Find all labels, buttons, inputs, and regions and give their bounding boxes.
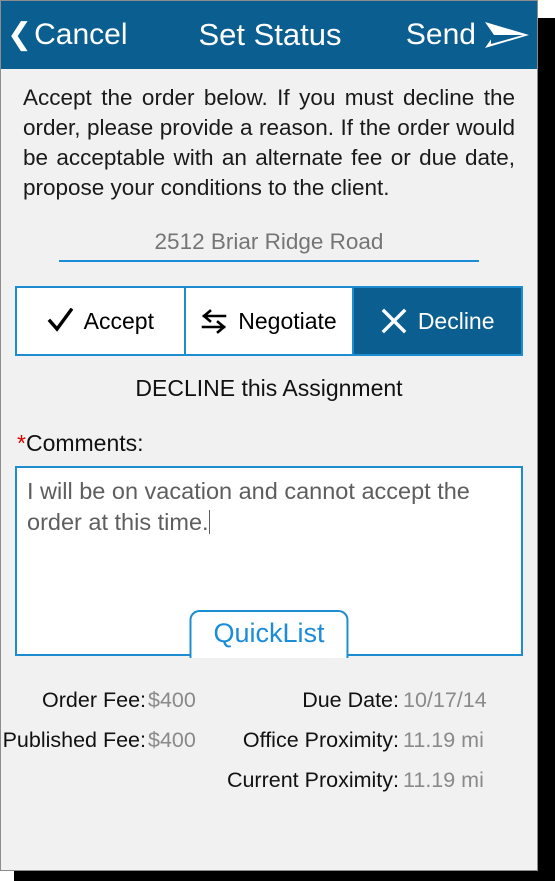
cancel-button-label: Cancel [34,18,128,51]
order-details: Order Fee: $400 Due Date: 10/17/14 Publi… [1,688,537,793]
detail-order-fee-label: Order Fee: [42,688,146,712]
status-option-negotiate[interactable]: Negotiate [183,288,353,354]
details-row: Order Fee: $400 Due Date: 10/17/14 [1,688,525,713]
status-option-decline[interactable]: Decline [352,288,522,354]
detail-published-fee-label: Published Fee: [2,728,146,752]
detail-published-fee: Published Fee: $400 [1,728,233,753]
comments-textarea-value: I will be on vacation and cannot accept … [27,478,470,535]
order-address-field[interactable]: 2512 Briar Ridge Road [59,229,479,262]
cancel-button[interactable]: ❮ Cancel [7,1,128,69]
send-button[interactable]: Send [406,1,529,69]
details-row: Current Proximity: 11.19 mi [1,768,525,793]
check-icon [47,308,73,334]
send-button-label: Send [405,18,476,51]
detail-order-fee-value: $400 [148,688,196,712]
detail-due-date-value: 10/17/14 [403,688,487,712]
instructions-text: Accept the order below. If you must decl… [23,85,515,200]
quicklist-button[interactable]: QuickList [189,610,349,658]
detail-office-proximity-value: 11.19 mi [403,728,484,752]
comments-label-text: Comments: [25,430,144,456]
status-option-decline-label: Decline [417,307,495,334]
chevron-left-icon: ❮ [7,17,33,52]
text-cursor [208,510,210,534]
decline-heading: DECLINE this Assignment [135,375,403,401]
details-row: Published Fee: $400 Office Proximity: 11… [1,728,525,753]
status-segmented-control: Accept Negotiate Decline [15,286,523,356]
required-asterisk: * [17,430,26,456]
detail-published-fee-value: $400 [148,728,196,752]
detail-office-proximity-label: Office Proximity: [242,728,399,752]
close-x-icon [381,308,407,334]
order-address-value: 2512 Briar Ridge Road [154,229,384,254]
status-option-accept-label: Accept [83,307,154,334]
swap-arrows-icon [201,308,227,334]
comments-textarea-value-wrapper: I will be on vacation and cannot accept … [17,468,521,538]
send-arrow-icon [485,20,529,50]
status-option-negotiate-label: Negotiate [238,307,337,334]
phone-screen: Set Status ❮ Cancel Send Accept the orde… [0,0,555,881]
detail-due-date: Due Date: 10/17/14 [233,688,525,713]
set-status-window: Set Status ❮ Cancel Send Accept the orde… [0,0,538,871]
app-header: Set Status ❮ Cancel Send [1,1,537,69]
status-option-accept[interactable]: Accept [17,288,184,354]
comments-label: *Comments: [17,430,537,457]
detail-due-date-label: Due Date: [302,688,399,712]
detail-current-proximity: Current Proximity: 11.19 mi [227,768,525,793]
detail-order-fee: Order Fee: $400 [1,688,233,713]
detail-current-proximity-label: Current Proximity: [226,768,399,792]
detail-office-proximity: Office Proximity: 11.19 mi [233,728,525,753]
comments-field-wrapper: I will be on vacation and cannot accept … [15,466,523,658]
detail-current-proximity-value: 11.19 mi [403,768,484,792]
